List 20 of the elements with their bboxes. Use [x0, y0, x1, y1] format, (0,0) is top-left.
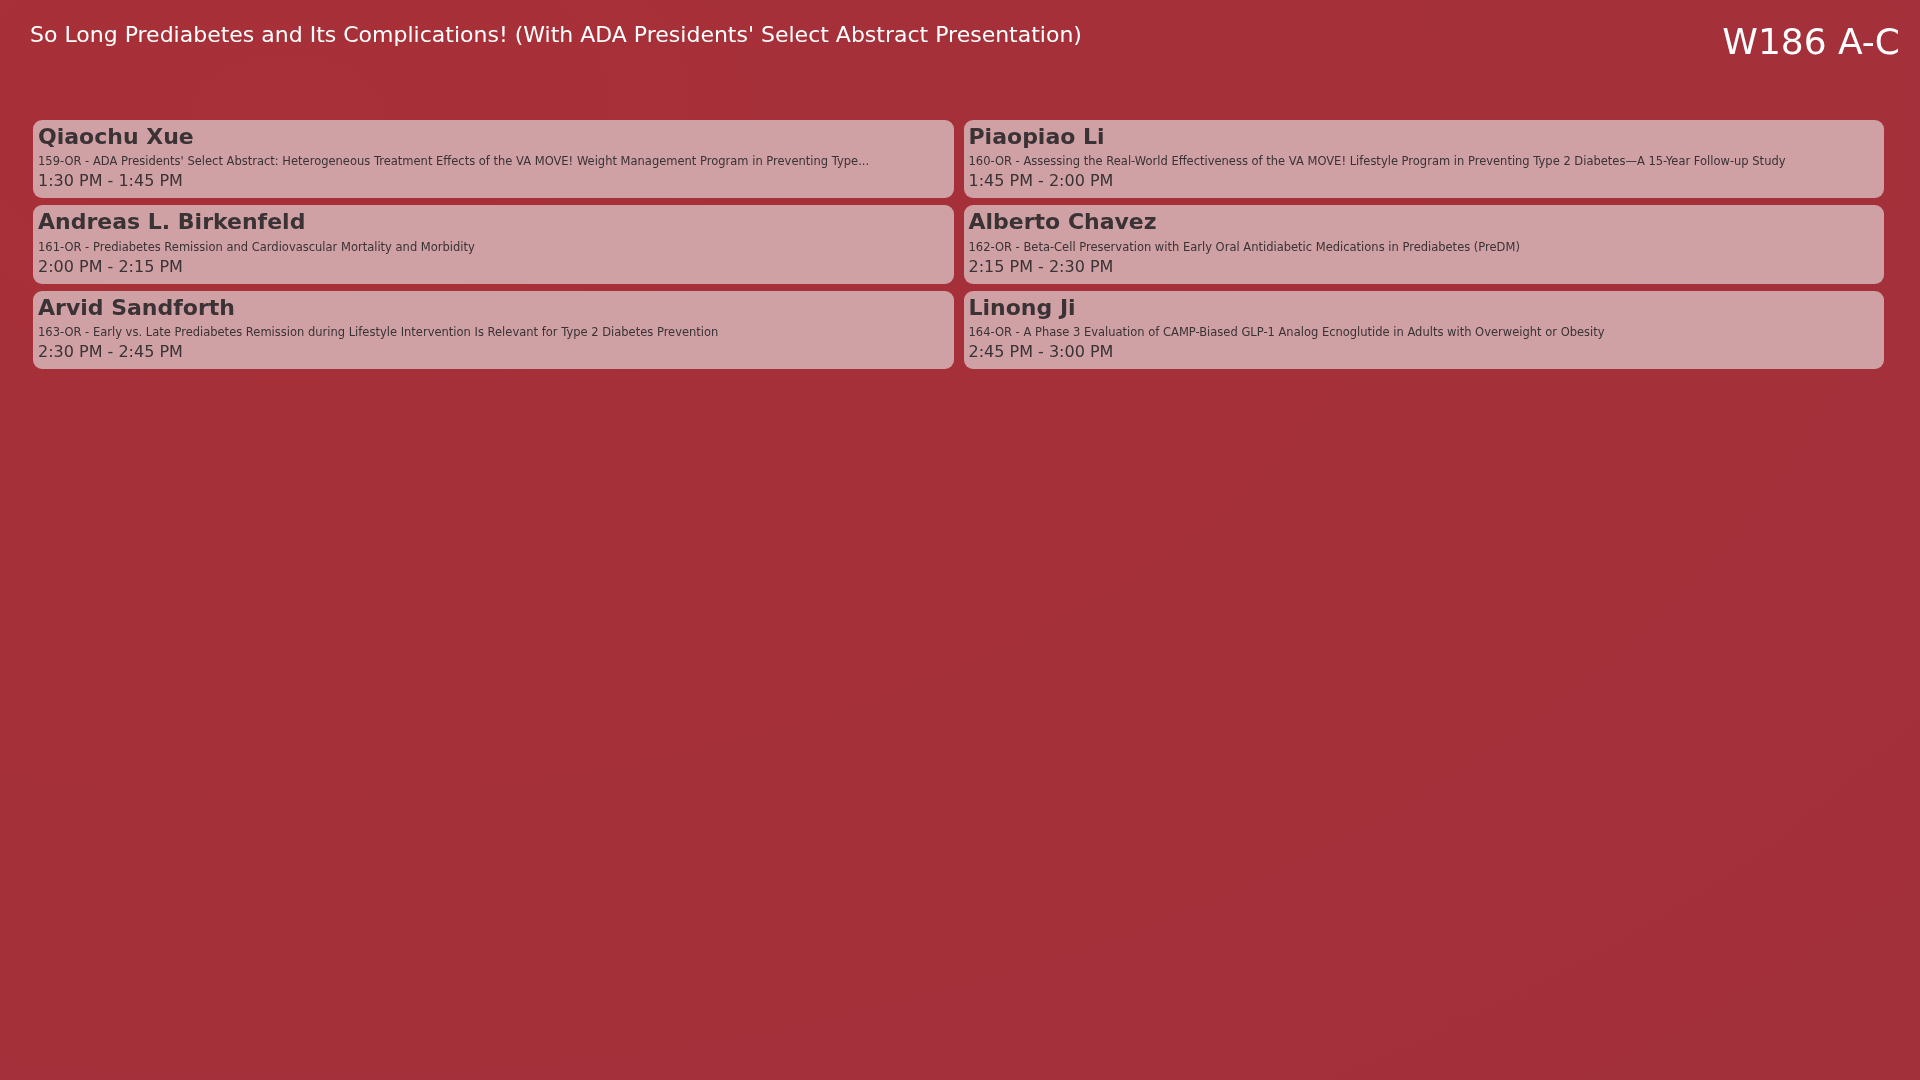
- speaker-name: Arvid Sandforth: [38, 294, 236, 321]
- time-range: 1:30 PM - 1:45 PM: [38, 171, 184, 193]
- speaker-name: Andreas L. Birkenfeld: [38, 209, 307, 236]
- time-range: 2:45 PM - 3:00 PM: [968, 342, 1115, 363]
- room-label: W186 A-C: [1722, 22, 1900, 62]
- abstract-title: 159-OR - ADA Presidents' Select Abstract: Heterogeneous Treatment Effects of the VA MOVE! Weight Management Program in Preventing Type...: [38, 153, 871, 170]
- speaker-name: Qiaochu Xue: [38, 124, 195, 151]
- time-range: 1:45 PM - 2:00 PM: [968, 171, 1115, 193]
- speaker-name: Piaopiao Li: [968, 124, 1106, 151]
- abstract-title: 160-OR - Assessing the Real-World Effectiveness of the VA MOVE! Lifestyle Program in Preventing Type 2 Diabetes—A 15-Year Follow-up Study: [968, 153, 1787, 170]
- abstract-title: 161-OR - Prediabetes Remission and Cardiovascular Mortality and Morbidity: [38, 238, 476, 255]
- speaker-name: Alberto Chavez: [968, 209, 1158, 236]
- time-range: 2:15 PM - 2:30 PM: [968, 256, 1115, 278]
- abstract-title: 164-OR - A Phase 3 Evaluation of CAMP-Biased GLP-1 Analog Ecnoglutide in Adults with Overweight or Obesity: [968, 323, 1606, 341]
- time-range: 2:00 PM - 2:15 PM: [38, 256, 184, 278]
- time-range: 2:30 PM - 2:45 PM: [38, 342, 184, 363]
- abstract-title: 162-OR - Beta-Cell Preservation with Early Oral Antidiabetic Medications in Prediabetes (PreDM): [968, 238, 1521, 255]
- session-title: So Long Prediabetes and Its Complications! (With ADA Presidents' Select Abstract Presentation): [30, 21, 1082, 49]
- abstract-title: 163-OR - Early vs. Late Prediabetes Remission during Lifestyle Intervention Is Relevant for Type 2 Diabetes Prevention: [38, 323, 720, 341]
- speaker-name: Linong Ji: [968, 294, 1077, 321]
